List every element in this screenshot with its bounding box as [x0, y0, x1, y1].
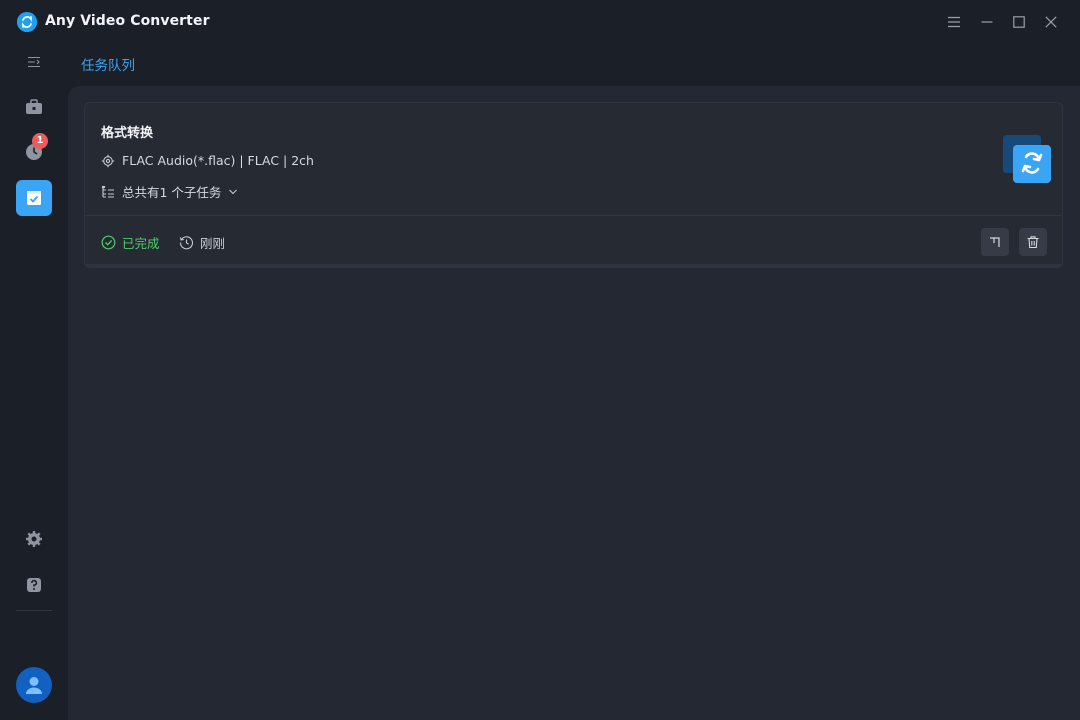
- tab-task-queue[interactable]: 任务队列: [81, 54, 135, 74]
- sidebar-item-settings[interactable]: [16, 521, 52, 557]
- minimize-icon: [981, 21, 993, 23]
- app-title: Any Video Converter: [45, 13, 210, 29]
- card-divider: [85, 215, 1062, 216]
- chevron-down-icon[interactable]: [228, 188, 238, 196]
- task-format-info: FLAC Audio(*.flac) | FLAC | 2ch: [122, 153, 314, 168]
- task-status: 已完成: [101, 233, 160, 252]
- user-avatar[interactable]: [16, 667, 52, 703]
- task-card: 格式转换 FLAC Audio(*.flac) | FLAC | 2ch 总共有…: [84, 102, 1063, 268]
- menu-button[interactable]: [944, 12, 964, 32]
- sidebar-divider: [16, 610, 52, 611]
- sidebar: 1: [0, 44, 68, 720]
- check-circle-icon: [101, 235, 116, 250]
- delete-task-button[interactable]: [1019, 228, 1047, 256]
- task-subtasks-row[interactable]: 总共有1 个子任务: [101, 182, 238, 201]
- convert-thumbnail: [1003, 135, 1051, 183]
- close-button[interactable]: [1041, 12, 1061, 32]
- menu-icon: [948, 16, 960, 28]
- task-time-label: 刚刚: [200, 236, 226, 251]
- task-format-row: FLAC Audio(*.flac) | FLAC | 2ch: [101, 153, 314, 168]
- open-folder-icon: [990, 237, 1000, 247]
- sidebar-item-help[interactable]: [16, 567, 52, 603]
- user-icon: [26, 677, 42, 694]
- title-bar: Any Video Converter: [0, 0, 1080, 44]
- collapse-sidebar-icon: [28, 56, 40, 68]
- history-badge: 1: [32, 133, 48, 149]
- maximize-icon: [1013, 16, 1025, 28]
- list-tree-icon: [102, 185, 114, 198]
- settings-gear-icon: [101, 154, 115, 167]
- sidebar-item-toolbox[interactable]: [16, 89, 52, 125]
- maximize-button[interactable]: [1009, 12, 1029, 32]
- card-bottom-edge: [85, 264, 1062, 268]
- open-output-button[interactable]: [981, 228, 1009, 256]
- main-panel: 格式转换 FLAC Audio(*.flac) | FLAC | 2ch 总共有…: [68, 86, 1080, 720]
- help-icon: [27, 578, 41, 592]
- toolbox-icon: [26, 99, 42, 114]
- task-title: 格式转换: [101, 126, 154, 141]
- minimize-button[interactable]: [977, 12, 997, 32]
- collapse-sidebar-button[interactable]: [16, 44, 52, 80]
- task-subtasks-label: 总共有1 个子任务: [122, 185, 222, 200]
- close-icon: [1045, 16, 1057, 28]
- history-icon: [179, 236, 194, 250]
- gear-icon: [26, 531, 42, 547]
- task-time: 刚刚: [179, 233, 225, 252]
- sidebar-item-task-queue[interactable]: [16, 180, 52, 216]
- trash-icon: [1027, 236, 1039, 249]
- app-logo-icon: [17, 12, 37, 32]
- task-status-label: 已完成: [122, 236, 160, 251]
- task-queue-icon: [27, 191, 41, 205]
